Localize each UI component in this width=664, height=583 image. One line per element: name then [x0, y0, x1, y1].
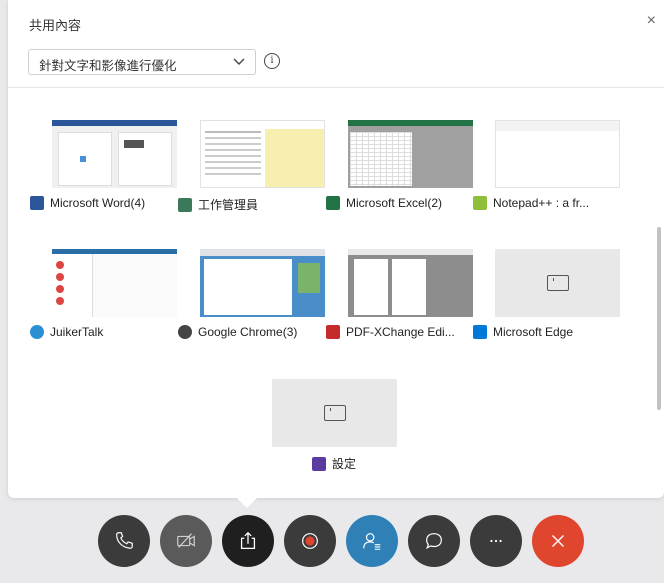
- app-tile-excel[interactable]: Microsoft Excel(2): [326, 120, 474, 230]
- optimize-select-value: 針對文字和影像進行優化: [39, 59, 177, 73]
- word-icon: [30, 196, 44, 210]
- more-button[interactable]: [470, 515, 522, 567]
- share-icon: [240, 531, 256, 549]
- app-label: Microsoft Word(4): [30, 196, 200, 210]
- chrome-thumbnail: [200, 249, 325, 317]
- phone-icon: [116, 532, 133, 549]
- app-label-text: Microsoft Excel(2): [346, 196, 443, 210]
- app-tile-settings[interactable]: 設定: [250, 379, 398, 489]
- edge-icon: [473, 325, 487, 339]
- app-label-text: Notepad++ : a fr...: [493, 196, 590, 210]
- app-label-text: Google Chrome(3): [198, 325, 298, 339]
- word-thumbnail: [52, 120, 177, 188]
- notepadpp-icon: [473, 196, 487, 210]
- app-label: JuikerTalk: [30, 325, 200, 339]
- app-label-text: PDF-XChange Edi...: [346, 325, 455, 339]
- app-tile-word[interactable]: Microsoft Word(4): [30, 120, 178, 230]
- optimize-select[interactable]: 針對文字和影像進行優化: [28, 49, 256, 75]
- app-tile-notepadpp[interactable]: Notepad++ : a fr...: [473, 120, 621, 230]
- end-call-button[interactable]: [532, 515, 584, 567]
- app-tile-juikertalk[interactable]: JuikerTalk: [30, 249, 178, 359]
- pdfxchange-icon: [326, 325, 340, 339]
- chrome-icon: [178, 325, 192, 339]
- share-content-button[interactable]: [222, 515, 274, 567]
- scrollbar[interactable]: [657, 227, 661, 410]
- app-tile-pdfxchange[interactable]: PDF-XChange Edi...: [326, 249, 474, 359]
- window-icon: [546, 275, 569, 291]
- app-label: Google Chrome(3): [178, 325, 348, 339]
- juikertalk-icon: [30, 325, 44, 339]
- app-tile-edge[interactable]: Microsoft Edge: [473, 249, 621, 359]
- header-divider: [8, 87, 664, 88]
- app-tile-chrome[interactable]: Google Chrome(3): [178, 249, 326, 359]
- task-manager-icon: [178, 197, 192, 212]
- app-label-text: JuikerTalk: [50, 325, 104, 339]
- info-icon[interactable]: i: [264, 53, 280, 69]
- panel-title: 共用內容: [29, 18, 82, 33]
- end-call-icon: [552, 535, 564, 547]
- settings-thumbnail: [272, 379, 397, 447]
- app-label: 工作管理員: [178, 196, 348, 213]
- edge-thumbnail: [495, 249, 620, 317]
- app-label: Notepad++ : a fr...: [473, 196, 643, 210]
- record-icon: [302, 533, 318, 549]
- app-tile-task-manager[interactable]: 工作管理員: [178, 120, 326, 230]
- phone-button[interactable]: [98, 515, 150, 567]
- call-toolbar: [0, 515, 664, 569]
- chat-icon: [426, 533, 442, 550]
- record-button[interactable]: [284, 515, 336, 567]
- app-label: Microsoft Edge: [473, 325, 643, 339]
- excel-icon: [326, 196, 340, 210]
- app-label-text: 設定: [332, 457, 357, 471]
- share-content-panel: 共用內容 × 針對文字和影像進行優化 i Microsoft Word(4) 工…: [8, 0, 664, 498]
- app-label-text: Microsoft Word(4): [50, 196, 146, 210]
- close-icon[interactable]: ×: [647, 12, 656, 30]
- app-label: PDF-XChange Edi...: [326, 325, 496, 339]
- window-icon: [323, 405, 346, 421]
- app-label: 設定: [312, 455, 482, 472]
- app-label-text: 工作管理員: [198, 198, 259, 212]
- settings-icon: [312, 456, 326, 471]
- pdfxchange-thumbnail: [348, 249, 473, 317]
- excel-thumbnail: [348, 120, 473, 188]
- chevron-down-icon: [233, 58, 245, 65]
- participants-icon: [363, 533, 381, 550]
- panel-pointer: [236, 497, 258, 508]
- juikertalk-thumbnail: [52, 249, 177, 317]
- chat-button[interactable]: [408, 515, 460, 567]
- app-label: Microsoft Excel(2): [326, 196, 496, 210]
- participants-button[interactable]: [346, 515, 398, 567]
- video-off-button[interactable]: [160, 515, 212, 567]
- notepadpp-thumbnail: [495, 120, 620, 188]
- video-off-icon: [177, 533, 195, 548]
- more-icon: [490, 539, 502, 543]
- app-label-text: Microsoft Edge: [493, 325, 574, 339]
- task-manager-thumbnail: [200, 120, 325, 188]
